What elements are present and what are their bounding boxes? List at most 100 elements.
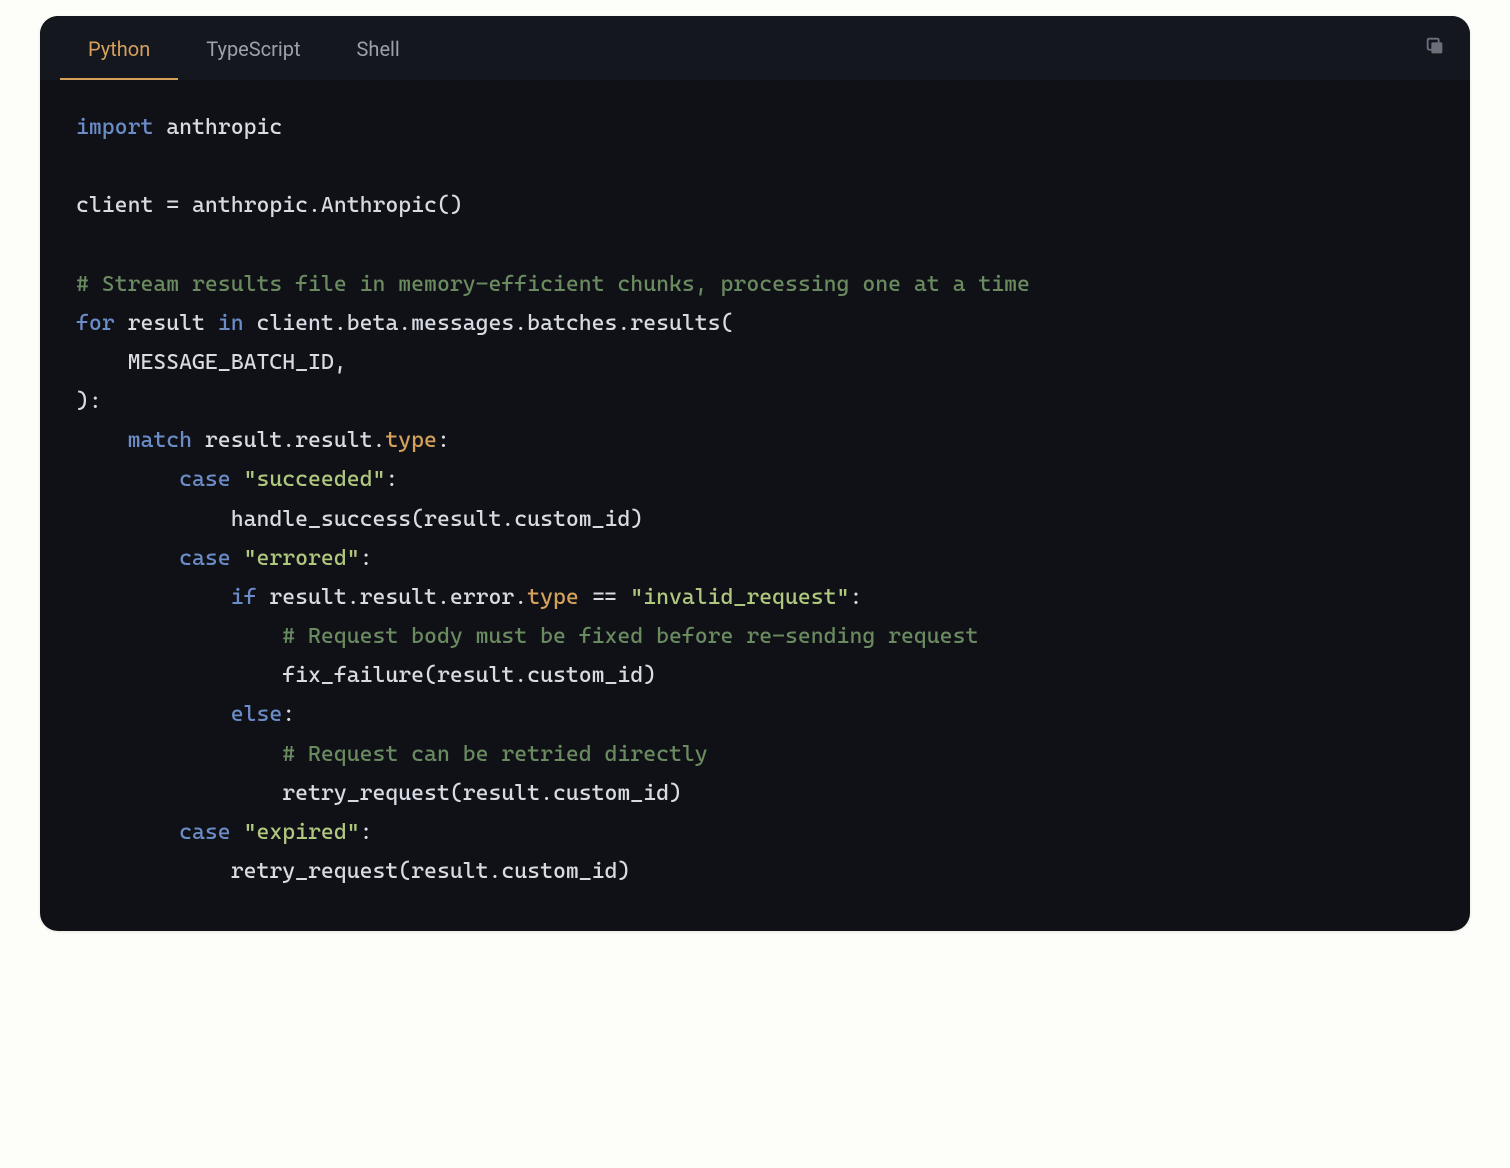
code-line: MESSAGE_BATCH_ID, [76,350,347,375]
code-token-ident: custom_id [553,781,669,806]
code-token-punct: . [347,585,360,610]
code-token-string: "succeeded" [244,467,386,492]
code-token-punct: () [437,193,463,218]
code-line: case "succeeded": [76,467,398,492]
code-token-comment: # Request body must be fixed before re-s… [282,624,978,649]
tab-typescript[interactable]: TypeScript [178,17,328,80]
code-line: # Stream results file in memory-efficien… [76,272,1030,297]
code-token-keyword: case [179,467,231,492]
code-token-ident: anthropic [179,193,308,218]
code-token-string: "errored" [244,546,360,571]
code-token-punct: . [308,193,321,218]
code-token-comment: # Stream results file in memory-efficien… [76,272,1030,297]
code-token-type: type [385,428,437,453]
code-token-keyword: in [218,311,244,336]
code-token-punct: . [617,311,630,336]
code-token-punct: ) [669,781,682,806]
code-token-punct: ( [450,781,463,806]
code-token-punct: : [437,428,450,453]
code-token-ident: result [192,428,282,453]
code-token-ident [76,546,179,571]
tab-python[interactable]: Python [60,17,178,80]
code-token-ident: beta [347,311,399,336]
code-token-punct: . [501,507,514,532]
code-token-punct: : [89,389,102,414]
code-token-ident: result [295,428,372,453]
code-line: # Request can be retried directly [76,742,708,767]
code-token-keyword: for [76,311,115,336]
code-token-ident [231,546,244,571]
code-line: for result in client.beta.messages.batch… [76,311,733,336]
code-line: match result.result.type: [76,428,450,453]
code-token-keyword: case [179,546,231,571]
code-token-punct: : [360,546,373,571]
code-line: if result.result.error.type == "invalid_… [76,585,862,610]
code-token-ident: result [411,859,488,884]
code-block: Python TypeScript Shell import anthropic… [40,16,1470,931]
code-token-ident: error [450,585,514,610]
copy-icon [1424,35,1446,61]
code-token-punct: : [282,702,295,727]
code-line: # Request body must be fixed before re-s… [76,624,978,649]
code-token-ident: result [360,585,437,610]
code-token-ident: messages [411,311,514,336]
code-token-ident [617,585,630,610]
code-token-punct: . [489,859,502,884]
code-token-ident: custom_id [527,663,643,688]
code-token-punct: ( [721,311,734,336]
code-token-punct: . [282,428,295,453]
code-token-keyword: match [128,428,192,453]
code-token-ident [231,467,244,492]
code-line: import anthropic [76,115,282,140]
code-token-ident [76,624,282,649]
code-token-ident: result [437,663,514,688]
code-token-punct: . [334,311,347,336]
code-token-keyword: else [231,702,283,727]
code-token-punct: : [849,585,862,610]
code-token-string: "expired" [244,820,360,845]
code-token-punct: . [514,311,527,336]
code-token-ident [76,467,179,492]
code-token-punct: ( [411,507,424,532]
code-token-ident [76,742,282,767]
code-token-punct: = [166,193,179,218]
code-token-punct: . [398,311,411,336]
code-token-string: "invalid_request" [630,585,849,610]
code-token-ident: results [630,311,720,336]
code-line: handle_success(result.custom_id) [76,507,643,532]
code-token-punct: : [360,820,373,845]
code-token-punct: ) [617,859,630,884]
code-token-punct: . [437,585,450,610]
code-token-punct: ) [76,389,89,414]
code-token-punct: . [372,428,385,453]
code-token-punct: . [540,781,553,806]
code-token-keyword: import [76,115,153,140]
code-token-ident: result [256,585,346,610]
code-token-punct: ( [398,859,411,884]
code-line: retry_request(result.custom_id) [76,781,682,806]
code-token-ident: retry_request [76,859,398,884]
code-token-keyword: case [179,820,231,845]
code-token-ident: MESSAGE_BATCH_ID [76,350,334,375]
code-token-ident [76,702,231,727]
code-line: ): [76,389,102,414]
code-token-punct: . [514,663,527,688]
code-token-ident [76,820,179,845]
code-line: fix_failure(result.custom_id) [76,663,656,688]
copy-button[interactable] [1424,35,1446,61]
code-token-keyword: if [231,585,257,610]
code-token-ident [76,428,128,453]
code-line: client = anthropic.Anthropic() [76,193,463,218]
code-token-punct: ) [643,663,656,688]
code-line: case "expired": [76,820,372,845]
code-token-punct: == [592,585,618,610]
code-token-ident: client [76,193,166,218]
code-token-ident: handle_success [76,507,411,532]
code-token-ident: result [424,507,501,532]
code-token-ident: result [463,781,540,806]
code-token-punct: . [514,585,527,610]
code-content: import anthropic client = anthropic.Anth… [40,80,1470,931]
tab-shell[interactable]: Shell [329,17,428,80]
code-line: case "errored": [76,546,372,571]
code-token-ident: client [244,311,334,336]
